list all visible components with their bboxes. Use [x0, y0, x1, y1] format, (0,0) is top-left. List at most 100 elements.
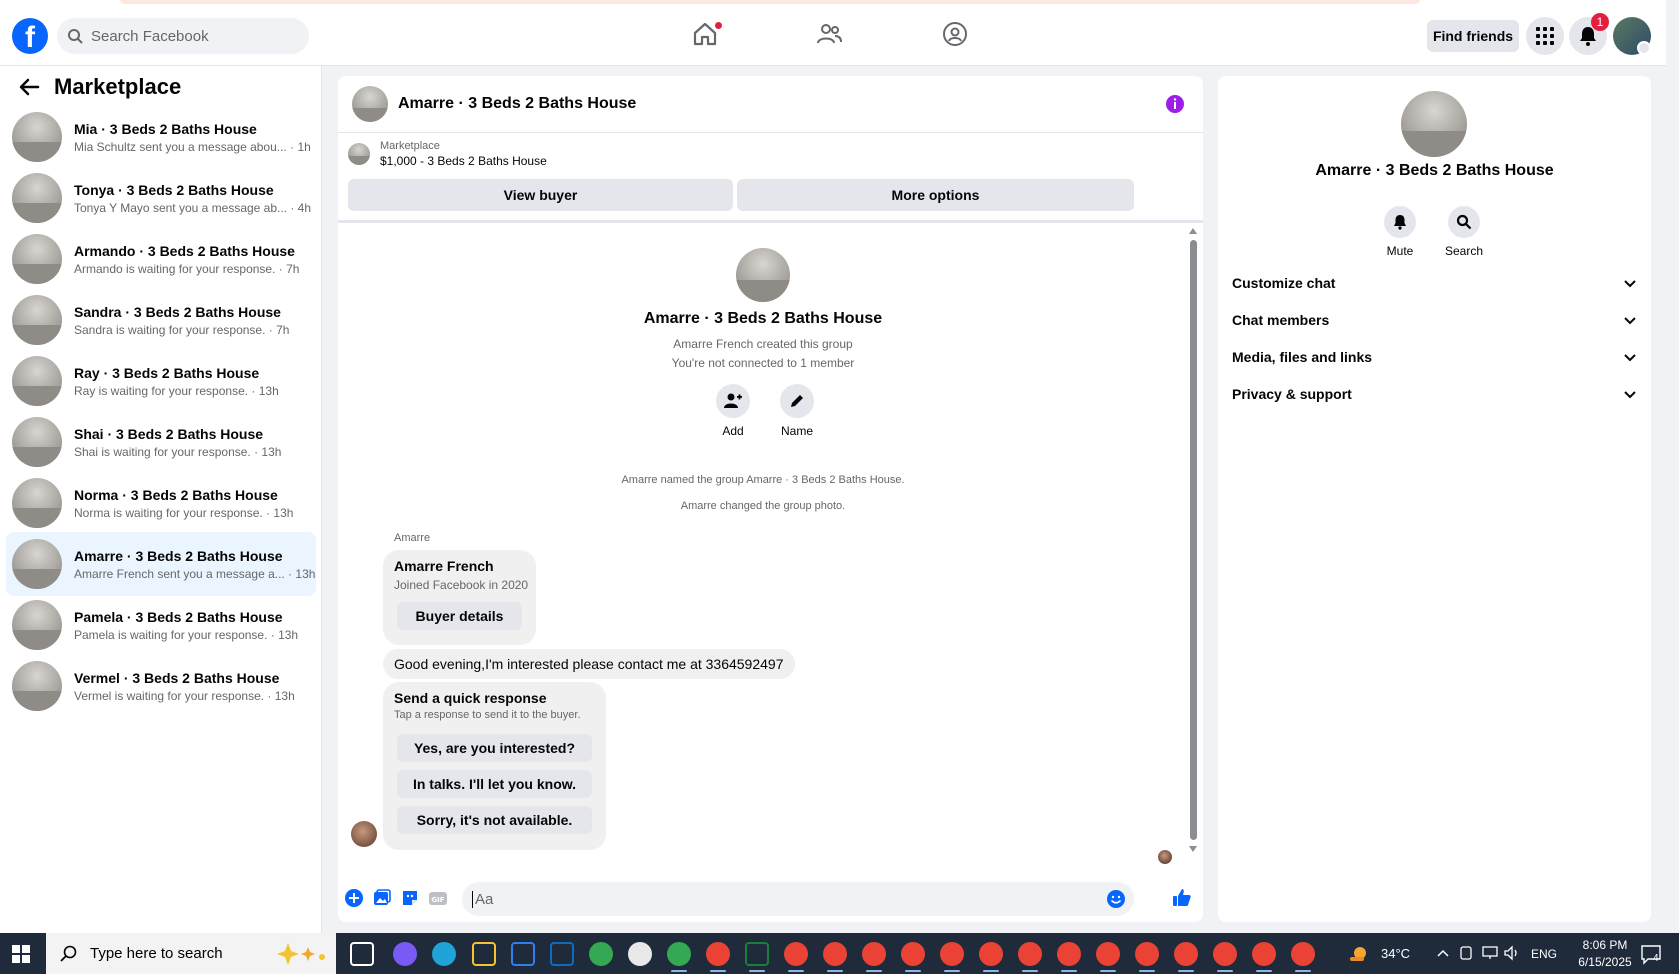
chrome-icon[interactable]: [979, 942, 1003, 966]
facebook-search[interactable]: [57, 18, 309, 54]
chrome-icon[interactable]: [823, 942, 847, 966]
pencil-icon: [791, 395, 803, 407]
details-section-toggle[interactable]: Privacy & support: [1232, 379, 1637, 409]
conversation-item[interactable]: Vermel · 3 Beds 2 Baths House Vermel is w…: [6, 654, 316, 718]
volume-icon[interactable]: [1503, 945, 1521, 961]
sender-avatar[interactable]: [351, 821, 377, 847]
running-app-indicator: [1061, 970, 1077, 972]
buyer-name: Amarre French: [394, 558, 494, 574]
chat-scrollbar[interactable]: [1189, 226, 1197, 852]
clock-time[interactable]: 8:06 PM: [1572, 938, 1638, 952]
running-app-indicator: [827, 970, 843, 972]
message-bubble[interactable]: Good evening,I'm interested please conta…: [383, 649, 795, 679]
chrome-icon[interactable]: [1252, 942, 1276, 966]
details-section-toggle[interactable]: Chat members: [1232, 305, 1637, 335]
chrome-icon[interactable]: [706, 942, 730, 966]
chrome-icon[interactable]: [1291, 942, 1315, 966]
message-input-field[interactable]: [462, 882, 1134, 916]
chrome-icon[interactable]: [1213, 942, 1237, 966]
conversation-item[interactable]: Tonya · 3 Beds 2 Baths House Tonya Y Mayo…: [6, 166, 316, 230]
message-input[interactable]: [472, 890, 1072, 908]
add-person-icon: [724, 393, 742, 408]
add-member-button[interactable]: Add: [703, 384, 763, 438]
app-icon[interactable]: [628, 942, 652, 966]
chrome-icon[interactable]: [1057, 942, 1081, 966]
weather-icon[interactable]: [1348, 943, 1370, 965]
friends-icon[interactable]: [815, 20, 843, 48]
chrome-icon[interactable]: [784, 942, 808, 966]
conversation-item[interactable]: Mia · 3 Beds 2 Baths House Mia Schultz se…: [6, 105, 316, 169]
chrome-icon[interactable]: [1135, 942, 1159, 966]
search-in-chat-button[interactable]: Search: [1434, 206, 1494, 258]
find-friends-button[interactable]: Find friends: [1427, 20, 1519, 52]
scroll-up-icon[interactable]: [1189, 228, 1197, 234]
conversation-item[interactable]: Amarre · 3 Beds 2 Baths House Amarre Fren…: [6, 532, 316, 596]
back-arrow-icon[interactable]: [18, 76, 40, 98]
chrome-icon[interactable]: [940, 942, 964, 966]
quick-response-option[interactable]: Yes, are you interested?: [397, 734, 592, 762]
conversation-item[interactable]: Armando · 3 Beds 2 Baths House Armando is…: [6, 227, 316, 291]
weather-temperature[interactable]: 34°C: [1381, 946, 1410, 961]
details-section-toggle[interactable]: Customize chat: [1232, 268, 1637, 298]
thumbs-up-icon[interactable]: [1172, 888, 1192, 908]
scroll-down-icon[interactable]: [1189, 846, 1197, 852]
mute-button[interactable]: Mute: [1370, 206, 1430, 258]
chrome-icon[interactable]: [1018, 942, 1042, 966]
chrome-icon[interactable]: [589, 942, 613, 966]
chrome-icon[interactable]: [862, 942, 886, 966]
scroll-thumb[interactable]: [1190, 240, 1197, 840]
facebook-logo[interactable]: f: [12, 18, 48, 54]
sheets-icon[interactable]: [745, 942, 769, 966]
edge-icon[interactable]: [432, 942, 456, 966]
meet-now-icon[interactable]: [1458, 945, 1474, 961]
facebook-search-input[interactable]: [91, 27, 291, 45]
task-view-icon[interactable]: [350, 942, 374, 966]
view-buyer-button[interactable]: View buyer: [348, 179, 733, 211]
conversation-snippet: Tonya Y Mayo sent you a message ab... · …: [74, 200, 312, 215]
plus-circle-icon[interactable]: [344, 888, 364, 908]
running-app-indicator: [1100, 970, 1116, 972]
file-explorer-icon[interactable]: [472, 942, 496, 966]
conversation-item[interactable]: Ray · 3 Beds 2 Baths House Ray is waiting…: [6, 349, 316, 413]
conversation-snippet: Armando is waiting for your response. · …: [74, 261, 300, 276]
info-icon[interactable]: [1165, 94, 1185, 114]
chevron-down-icon[interactable]: [1637, 41, 1651, 55]
buyer-details-button[interactable]: Buyer details: [397, 602, 522, 630]
copilot-icon[interactable]: [393, 942, 417, 966]
sticker-icon[interactable]: [400, 888, 420, 908]
page-scrollbar[interactable]: [1666, 0, 1679, 933]
quick-response-option[interactable]: Sorry, it's not available.: [397, 806, 592, 834]
group-created-text: Amarre French created this group: [673, 337, 853, 351]
taskbar-search-input[interactable]: [90, 945, 270, 962]
conversation-item[interactable]: Sandra · 3 Beds 2 Baths House Sandra is w…: [6, 288, 316, 352]
store-icon[interactable]: [511, 942, 535, 966]
photo-icon[interactable]: [372, 888, 392, 908]
clock-date[interactable]: 6/15/2025: [1572, 955, 1638, 969]
conversation-avatar: [12, 478, 62, 528]
chrome-icon[interactable]: [1174, 942, 1198, 966]
language-indicator[interactable]: ENG: [1531, 947, 1557, 961]
chat-avatar[interactable]: [352, 86, 388, 122]
details-section-toggle[interactable]: Media, files and links: [1232, 342, 1637, 372]
marketplace-listing-row[interactable]: Marketplace $1,000 - 3 Beds 2 Baths Hous…: [348, 140, 547, 168]
chrome-icon[interactable]: [1096, 942, 1120, 966]
chrome-icon[interactable]: [667, 942, 691, 966]
gif-icon[interactable]: GIF: [428, 888, 448, 908]
groups-icon[interactable]: [941, 20, 969, 48]
chrome-icon[interactable]: [901, 942, 925, 966]
windows-start-icon[interactable]: [11, 944, 31, 964]
conversation-item[interactable]: Pamela · 3 Beds 2 Baths House Pamela is w…: [6, 593, 316, 657]
quick-response-option[interactable]: In talks. I'll let you know.: [397, 770, 592, 798]
conversation-item[interactable]: Norma · 3 Beds 2 Baths House Norma is wai…: [6, 471, 316, 535]
taskbar-search[interactable]: [46, 933, 336, 974]
more-options-button[interactable]: More options: [737, 179, 1134, 211]
chat-title[interactable]: Amarre · 3 Beds 2 Baths House: [398, 95, 636, 113]
running-app-indicator: [983, 970, 999, 972]
outlook-icon[interactable]: [550, 942, 574, 966]
name-group-button[interactable]: Name: [767, 384, 827, 438]
conversation-item[interactable]: Shai · 3 Beds 2 Baths House Shai is waiti…: [6, 410, 316, 474]
chevron-up-icon[interactable]: [1436, 946, 1450, 960]
network-icon[interactable]: [1481, 945, 1499, 961]
emoji-icon[interactable]: [1106, 889, 1126, 909]
menu-button[interactable]: [1526, 17, 1564, 55]
